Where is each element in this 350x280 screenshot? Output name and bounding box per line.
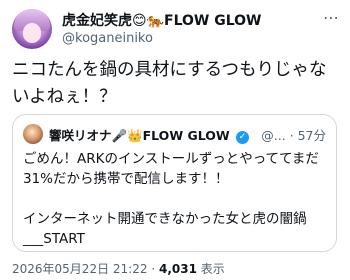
- quoted-tweet-text: ごめん！ARKのインストールずっとやっててまだ31%だから携帯で配信します！！ …: [23, 151, 319, 247]
- author-display-name[interactable]: 虎金妃笑虎😊🐅FLOW GLOW: [62, 10, 262, 30]
- tweet-footer: 2026年05月22日 21:22 · 4,031 表示: [12, 260, 225, 277]
- avatar-face: [23, 23, 41, 43]
- verified-badge-icon: ✓: [236, 131, 250, 144]
- author-avatar[interactable]: [12, 9, 52, 49]
- quoted-author-name-text: 響咲リオナ🎤👑FLOW GLOW: [49, 128, 230, 143]
- quoted-author-name: 響咲リオナ🎤👑FLOW GLOW ✓: [49, 125, 250, 144]
- views-label: 表示: [200, 262, 225, 276]
- quoted-meta: @... · 57分: [261, 128, 326, 143]
- views-count: 4,031: [158, 262, 197, 276]
- quoted-tweet-card[interactable]: 響咲リオナ🎤👑FLOW GLOW ✓ @... · 57分 ごめん！ARKのイン…: [12, 114, 337, 252]
- tweet-text: ニコたんを鍋の具材にするつもりじゃないよねぇ！？: [12, 60, 327, 107]
- author-handle[interactable]: @koganeiniko: [62, 31, 153, 46]
- more-dots-icon[interactable]: ⋯: [323, 8, 340, 27]
- quoted-author-avatar: [23, 124, 43, 144]
- footer-separator: ·: [151, 262, 156, 276]
- timestamp[interactable]: 2026年05月22日 21:22: [12, 262, 147, 276]
